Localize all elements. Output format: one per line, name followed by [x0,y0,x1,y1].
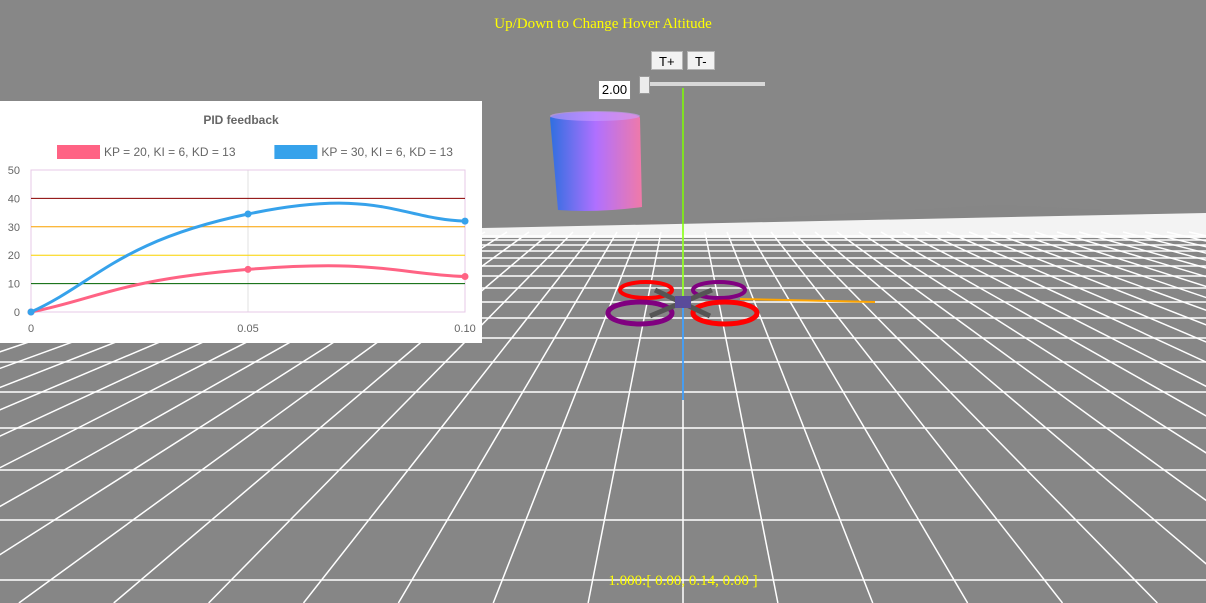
altitude-slider-handle[interactable] [639,76,651,94]
data-point[interactable] [244,210,252,218]
y-tick-label: 30 [8,222,20,234]
y-tick-label: 20 [8,250,20,262]
altitude-slider-track[interactable] [641,82,765,86]
x-tick-label: 0.05 [237,323,258,335]
legend-label[interactable]: KP = 20, KI = 6, KD = 13 [104,145,236,159]
legend-swatch[interactable] [274,145,318,159]
data-point[interactable] [461,273,469,280]
chart-plot-area: 0 0.05 0.10 0 10 20 30 40 50 [8,165,476,335]
y-tick-label: 10 [8,279,20,291]
x-tick-label: 0 [28,323,34,335]
pid-chart-panel: PID feedback KP = 20, KI = 6, KD = 13 KP … [0,101,482,343]
pid-chart: PID feedback KP = 20, KI = 6, KD = 13 KP … [8,113,476,335]
target-cylinder [550,111,642,211]
drone-body [675,296,691,308]
y-tick-label: 40 [8,193,20,205]
y-tick-label: 0 [14,307,20,319]
hover-instruction: Up/Down to Change Hover Altitude [494,16,712,32]
chart-legend: KP = 20, KI = 6, KD = 13 KP = 30, KI = 6,… [57,145,453,159]
altitude-value: 2.00 [598,80,631,100]
thrust-down-button[interactable]: T- [687,51,715,70]
data-point[interactable] [461,217,469,225]
data-point[interactable] [244,265,252,273]
status-readout: 1.000:[ 0.00, 0.14, 0.00 ] [608,573,758,589]
chart-title: PID feedback [203,113,279,127]
legend-label[interactable]: KP = 30, KI = 6, KD = 13 [321,145,453,159]
x-tick-label: 0.10 [454,323,475,335]
data-point[interactable] [27,308,35,316]
legend-swatch[interactable] [57,145,100,159]
thrust-up-button[interactable]: T+ [651,51,683,70]
y-tick-label: 50 [8,165,20,177]
